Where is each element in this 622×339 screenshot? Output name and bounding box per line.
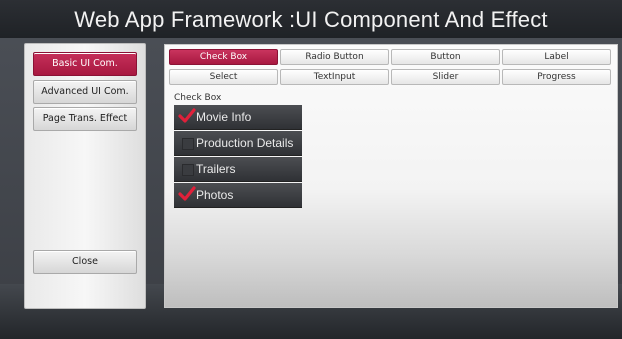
checkbox-label: Movie Info	[196, 110, 252, 124]
tab-button[interactable]: Button	[391, 49, 500, 65]
checkbox-item-movie-info[interactable]: Movie Info	[174, 105, 302, 130]
sidebar-item-page-trans[interactable]: Page Trans. Effect	[33, 107, 137, 131]
checkbox-label: Photos	[196, 188, 234, 202]
tab-check-box[interactable]: Check Box	[169, 49, 278, 65]
sidebar-item-advanced-ui[interactable]: Advanced UI Com.	[33, 80, 137, 104]
checkbox-item-production-details[interactable]: Production Details	[174, 131, 302, 156]
checkbox-label: Trailers	[196, 162, 236, 176]
tab-textinput[interactable]: TextInput	[280, 69, 389, 85]
tab-radio-button[interactable]: Radio Button	[280, 49, 389, 65]
check-mark-icon	[178, 108, 196, 123]
checkbox-list: Movie Info Production Details Trailers P…	[174, 105, 302, 209]
tab-select[interactable]: Select	[169, 69, 278, 85]
checkbox-empty-icon	[182, 138, 194, 150]
sidebar-item-basic-ui[interactable]: Basic UI Com.	[33, 52, 137, 76]
checkbox-item-trailers[interactable]: Trailers	[174, 157, 302, 182]
checkbox-item-photos[interactable]: Photos	[174, 183, 302, 208]
close-button[interactable]: Close	[33, 250, 137, 274]
checkbox-empty-icon	[182, 164, 194, 176]
main-panel: Check Box Radio Button Button Label Sele…	[164, 44, 618, 308]
tab-progress[interactable]: Progress	[502, 69, 611, 85]
tab-label[interactable]: Label	[502, 49, 611, 65]
section-label: Check Box	[174, 93, 222, 103]
tab-slider[interactable]: Slider	[391, 69, 500, 85]
app-title: Web App Framework :UI Component And Effe…	[0, 0, 622, 38]
checkbox-label: Production Details	[196, 136, 294, 150]
check-mark-icon	[178, 186, 196, 201]
sidebar: Basic UI Com. Advanced UI Com. Page Tran…	[24, 43, 146, 309]
